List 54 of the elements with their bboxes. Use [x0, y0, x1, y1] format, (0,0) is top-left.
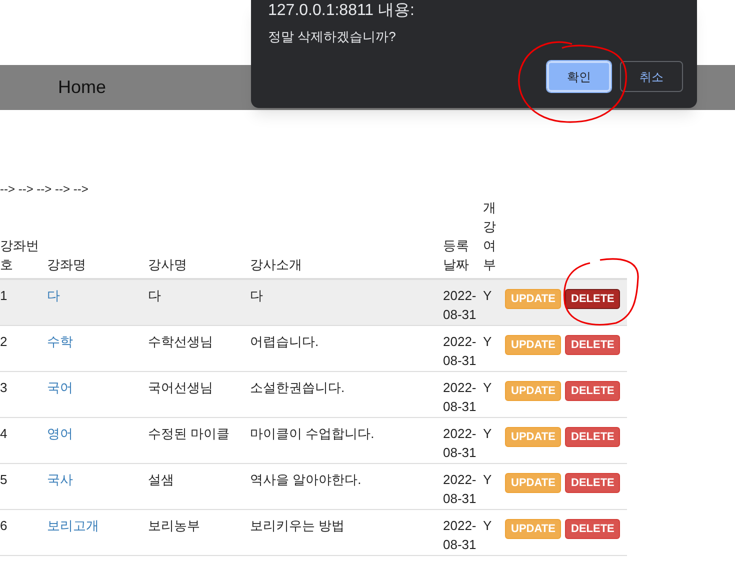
column-header: 등록날짜: [443, 237, 470, 274]
table-cell: 3: [0, 380, 8, 395]
table-cell: 5: [0, 472, 8, 487]
comment-text: --> --> --> --> -->: [0, 182, 88, 196]
table-cell: 소설한권씁니다.: [250, 380, 345, 395]
table-cell-text: 2022-08-31: [443, 517, 478, 554]
dialog-message: 정말 삭제하겠습니까?: [268, 28, 396, 46]
dialog-title: 127.0.0.1:8811 내용:: [268, 1, 414, 21]
nav-link[interactable]: Home: [58, 74, 106, 101]
delete-button[interactable]: DELETE: [565, 519, 620, 539]
column-header: 강사명: [148, 256, 187, 274]
delete-button[interactable]: DELETE: [565, 381, 620, 401]
table-cell: Y: [483, 518, 492, 533]
delete-button[interactable]: DELETE: [565, 335, 620, 355]
table-cell: 역사을 알아야한다.: [250, 472, 362, 487]
table-cell: Y: [483, 380, 492, 395]
table-cell: 1: [0, 288, 8, 303]
table-cell: 보리키우는 방법: [250, 518, 345, 533]
table-cell-text: 2022-08-31: [443, 425, 478, 462]
table-cell: 마이클이 수업합니다.: [250, 426, 374, 441]
delete-button[interactable]: DELETE: [565, 473, 620, 493]
table-cell: 설샘: [148, 472, 174, 487]
course-link[interactable]: 보리고개: [47, 518, 99, 533]
table-cell: Y: [483, 426, 492, 441]
column-header: 개강여부: [483, 199, 496, 274]
course-link[interactable]: 수학: [47, 334, 73, 349]
table-cell: 2: [0, 334, 8, 349]
table-cell: 수학선생님: [148, 334, 213, 349]
table-cell-text: 2022-08-31: [443, 287, 478, 324]
table-cell: 어렵습니다.: [250, 334, 319, 349]
table-cell: Y: [483, 288, 492, 303]
cancel-button[interactable]: 취소: [620, 61, 683, 92]
table-cell: 다: [250, 288, 263, 303]
table-cell: Y: [483, 334, 492, 349]
column-header: 강사소개: [250, 256, 302, 274]
course-link[interactable]: 국어: [47, 380, 73, 395]
table-cell: 보리농부: [148, 518, 200, 533]
table-cell: 4: [0, 426, 8, 441]
column-header: 강좌명: [47, 256, 86, 274]
course-link[interactable]: 다: [47, 288, 60, 303]
table-cell-text: 2022-08-31: [443, 379, 478, 416]
table-cell: 국어선생님: [148, 380, 213, 395]
table-cell-text: 2022-08-31: [443, 471, 478, 508]
table-cell: 6: [0, 518, 8, 533]
table-cell: 수정된 마이클: [148, 426, 230, 441]
course-link[interactable]: 국사: [47, 472, 73, 487]
delete-button[interactable]: DELETE: [565, 427, 620, 447]
table-cell: 다: [148, 288, 161, 303]
table-cell-text: 2022-08-31: [443, 333, 478, 370]
confirm-button[interactable]: 확인: [547, 61, 611, 92]
column-header: 강좌번호: [0, 237, 40, 274]
table-cell: Y: [483, 472, 492, 487]
course-link[interactable]: 영어: [47, 426, 73, 441]
delete-button[interactable]: DELETE: [565, 289, 620, 309]
